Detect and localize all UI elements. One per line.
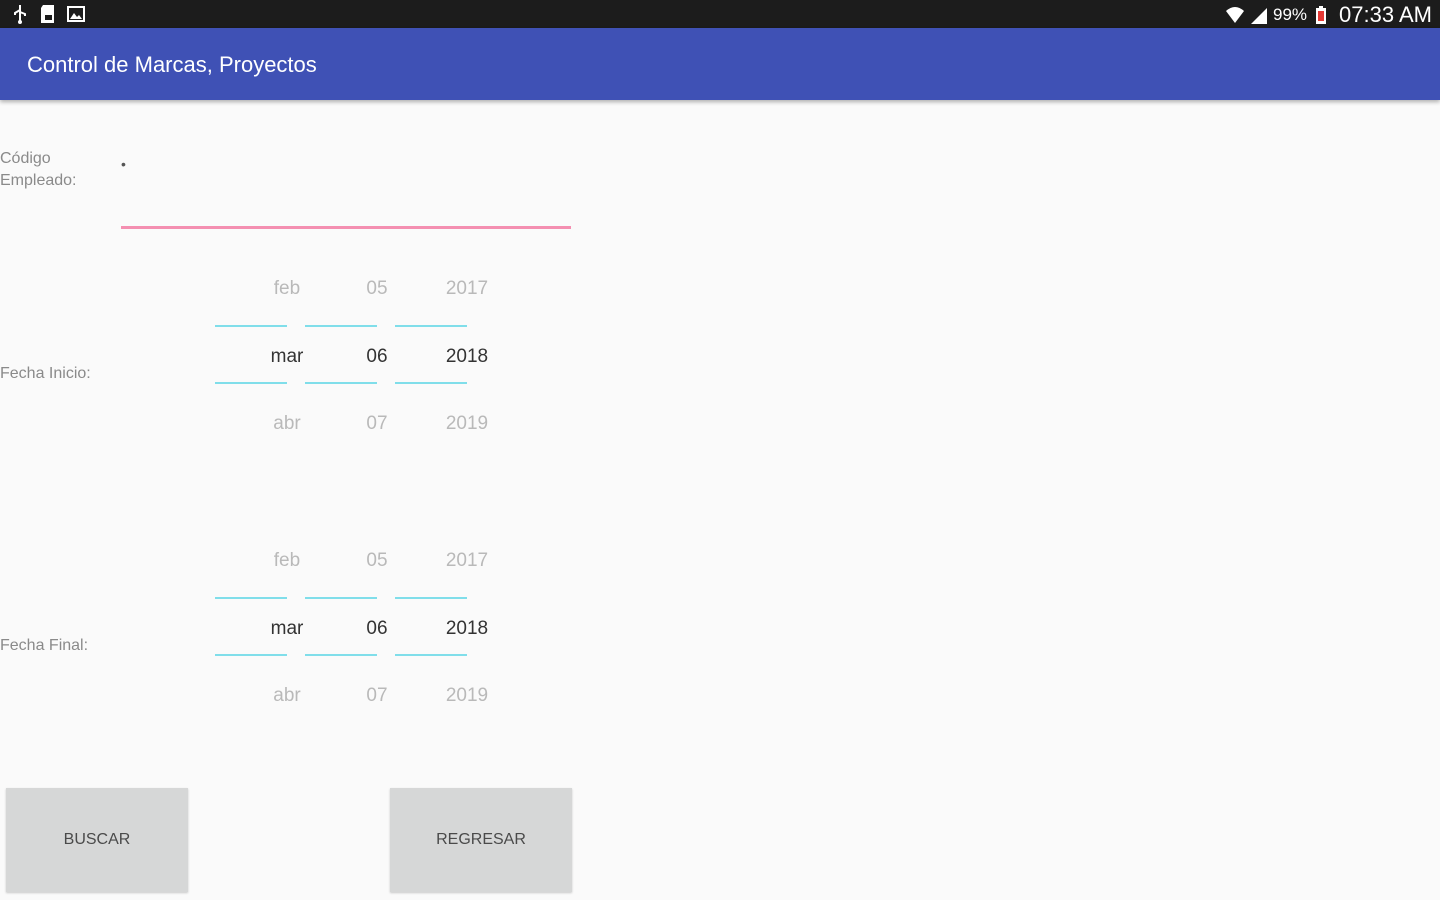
start-year-next[interactable]: 2019 [431,413,503,435]
picker-divider [215,654,287,656]
picker-divider [395,654,467,656]
end-month-selected[interactable]: mar [251,618,323,640]
status-bar: 99% 07:33 AM [0,0,1440,28]
start-year-prev[interactable]: 2017 [431,278,503,300]
end-day-selected[interactable]: 06 [341,618,413,640]
clock: 07:33 AM [1339,2,1432,27]
start-month-next[interactable]: abr [251,413,323,435]
battery-percent: 99% [1273,5,1308,24]
picker-divider [215,597,287,599]
employee-code-label-line2: Empleado: [0,172,77,189]
image-icon [66,4,86,24]
signal-icon [1249,5,1269,25]
start-day-selected[interactable]: 06 [341,346,413,368]
employee-code-label-line1: Código [0,150,51,167]
end-year-next[interactable]: 2019 [431,685,503,707]
employee-code-input[interactable] [121,150,571,229]
picker-divider [215,382,287,384]
start-month-prev[interactable]: feb [251,278,323,300]
employee-code-label: Código Empleado: [0,148,77,192]
usb-icon [10,4,30,24]
status-right: 99% 07:33 AM [1225,2,1432,28]
end-year-selected[interactable]: 2018 [431,618,503,640]
picker-divider [305,325,377,327]
sd-card-icon [38,4,58,24]
start-day-prev[interactable]: 05 [341,278,413,300]
picker-divider [305,597,377,599]
start-date-label: Fecha Inicio: [0,365,91,382]
start-day-next[interactable]: 07 [341,413,413,435]
picker-divider [395,597,467,599]
picker-divider [395,382,467,384]
picker-divider [215,325,287,327]
status-left-icons [10,4,86,24]
search-button[interactable]: BUSCAR [6,788,188,892]
end-month-prev[interactable]: feb [251,550,323,572]
end-date-label: Fecha Final: [0,637,89,654]
start-month-selected[interactable]: mar [251,346,323,368]
end-day-prev[interactable]: 05 [341,550,413,572]
picker-divider [305,382,377,384]
app-title: Control de Marcas, Proyectos [27,52,317,77]
end-month-next[interactable]: abr [251,685,323,707]
start-year-selected[interactable]: 2018 [431,346,503,368]
end-day-next[interactable]: 07 [341,685,413,707]
back-button[interactable]: REGRESAR [390,788,572,892]
wifi-icon [1225,5,1245,25]
picker-divider [305,654,377,656]
end-year-prev[interactable]: 2017 [431,550,503,572]
battery-icon [1311,5,1331,25]
app-bar: Control de Marcas, Proyectos [0,28,1440,100]
picker-divider [395,325,467,327]
